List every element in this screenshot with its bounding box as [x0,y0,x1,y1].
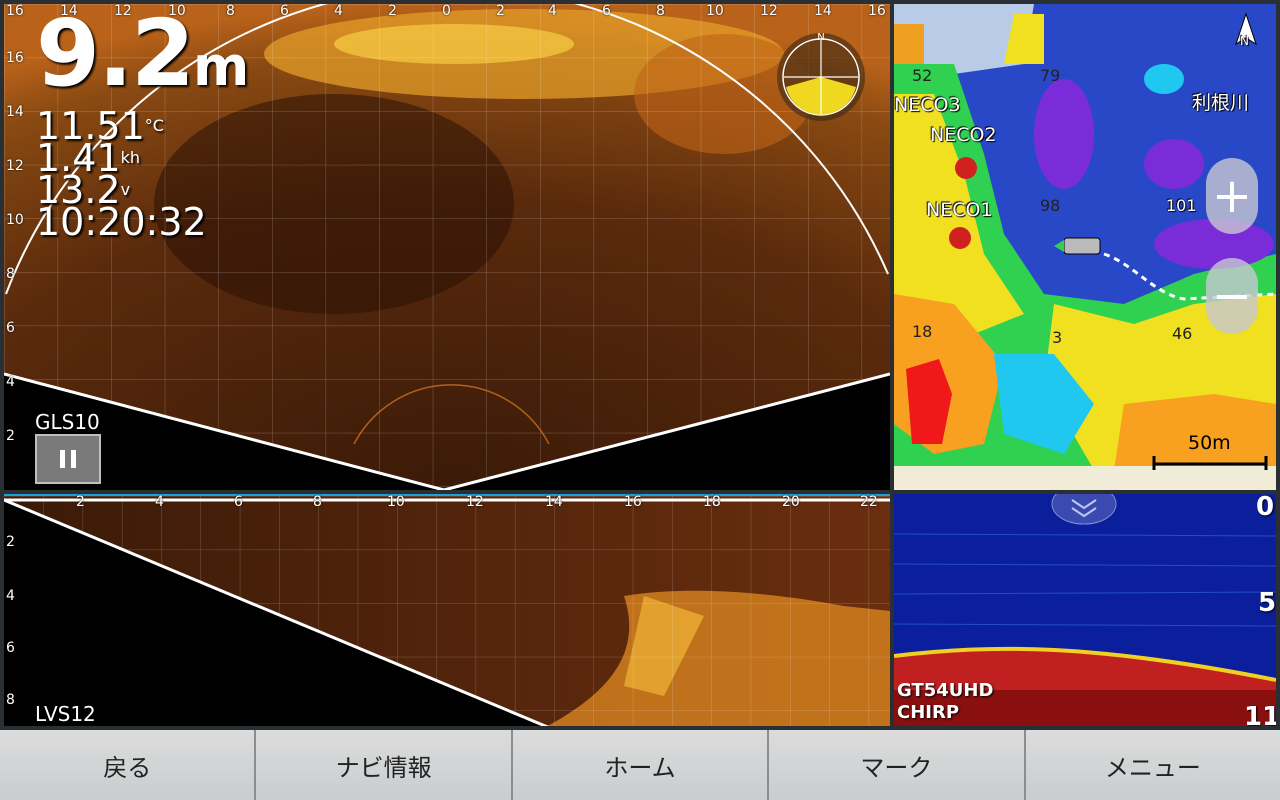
left-axis-tick: 6 [6,320,15,336]
left-axis-tick: 10 [6,212,24,228]
sonar-depth-bottom: 11 [1244,702,1280,732]
zoom-out-button[interactable]: − [1206,258,1258,334]
clock-time: 10:20:32 [36,200,207,244]
top-axis-tick: 16 [868,3,886,19]
left-axis-tick: 12 [6,158,24,174]
map-scale-label: 50m [1188,432,1231,454]
top-axis-tick: 8 [656,3,665,19]
down-axis-tick: 4 [155,494,164,510]
down-depth-tick: 6 [6,640,15,656]
down-axis-tick: 6 [234,494,243,510]
pause-icon [60,450,65,468]
back-button[interactable]: 戻る [0,730,257,800]
bathymetry-map [894,4,1276,490]
menu-button[interactable]: メニュー [1026,730,1280,800]
home-button[interactable]: ホーム [513,730,770,800]
down-axis-tick: 2 [76,494,85,510]
bottom-soft-key-bar: 戻る ナビ情報 ホーム マーク メニュー [0,730,1280,800]
contour-depth-label: 98 [1040,196,1061,215]
pane-divider-vertical[interactable] [890,0,894,730]
contour-depth-label: 79 [1040,66,1061,85]
top-axis-tick: 4 [548,3,557,19]
zoom-in-button[interactable]: + [1206,158,1258,234]
down-axis-tick: 18 [703,494,721,510]
contour-depth-label: 52 [912,66,933,85]
top-axis-tick: 12 [760,3,778,19]
down-axis-tick: 10 [387,494,405,510]
contour-depth-label: 3 [1052,328,1063,347]
down-depth-tick: 2 [6,534,15,550]
top-axis-tick: 10 [706,3,724,19]
top-axis-tick: 0 [442,3,451,19]
sonar-mode: CHIRP [897,702,960,723]
top-axis-tick: 2 [388,3,397,19]
top-axis-tick: 6 [602,3,611,19]
contour-depth-label: 18 [912,322,933,341]
sonar-depth-top: 0 [1256,492,1275,522]
down-axis-tick: 12 [466,494,484,510]
mark-button[interactable]: マーク [769,730,1026,800]
transducer-label-top: GLS10 [35,410,100,434]
contour-depth-label: 101 [1166,196,1197,215]
top-axis-tick: 6 [280,3,289,19]
waypoint-neco2[interactable]: NECO2 [930,124,997,146]
heading-compass-icon: N [777,32,865,121]
depth-readout: 9.2m [36,8,249,100]
waypoint-neco3[interactable]: NECO3 [894,94,961,116]
map-north-icon: N [1240,34,1249,48]
top-axis-tick: 16 [6,3,24,19]
down-axis-tick: 20 [782,494,800,510]
top-axis-tick: 2 [496,3,505,19]
navigation-chart-pane[interactable] [894,4,1276,490]
waypoint-neco1[interactable]: NECO1 [926,199,993,221]
sonar-depth-mid: 5 [1258,588,1277,618]
voltage-unit: v [120,180,131,199]
pane-divider-horizontal[interactable] [0,490,1280,494]
pause-button[interactable] [35,434,101,484]
down-axis-tick: 8 [313,494,322,510]
top-axis-tick: 14 [814,3,832,19]
sonar-down-image [4,496,890,728]
left-axis-tick: 16 [6,50,24,66]
nav-info-button[interactable]: ナビ情報 [256,730,513,800]
down-depth-tick: 4 [6,588,15,604]
transducer-label-bottom: LVS12 [35,702,96,726]
river-label: 利根川 [1192,92,1250,114]
depth-value: 9.2 [36,0,195,107]
left-axis-tick: 4 [6,374,15,390]
left-axis-tick: 8 [6,266,15,282]
livescope-down-pane[interactable] [4,494,890,728]
depth-unit: m [192,35,250,98]
left-axis-tick: 2 [6,428,15,444]
down-axis-tick: 22 [860,494,878,510]
speed-unit: kh [120,148,141,167]
down-depth-tick: 8 [6,692,15,708]
temperature-unit: °C [144,116,164,135]
down-axis-tick: 16 [624,494,642,510]
transducer-model: GT54UHD [897,680,994,701]
down-axis-tick: 14 [545,494,563,510]
top-axis-tick: 4 [334,3,343,19]
left-axis-tick: 14 [6,104,24,120]
compass-north-label: N [817,32,824,43]
contour-depth-label: 46 [1172,324,1193,343]
